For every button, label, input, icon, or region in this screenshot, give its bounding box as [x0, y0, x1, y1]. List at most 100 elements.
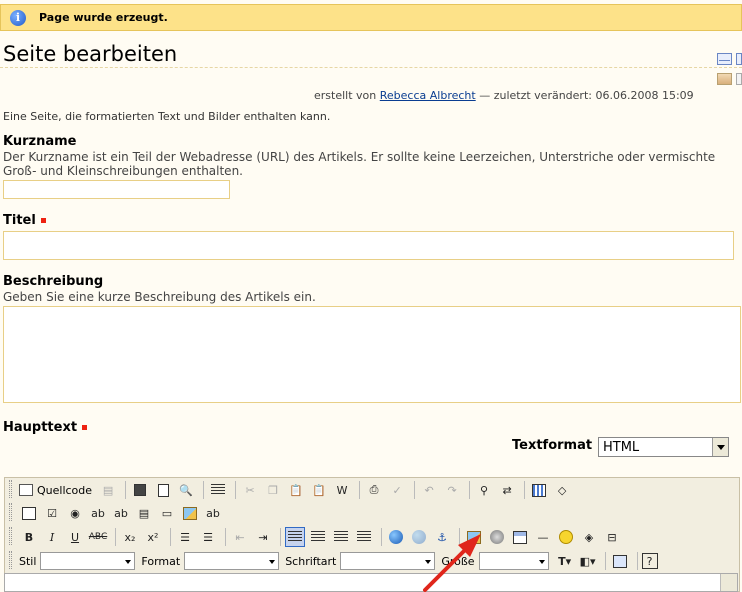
radio-icon[interactable]: ◉: [65, 503, 85, 523]
bold-button[interactable]: B: [19, 527, 39, 547]
superscript-button[interactable]: x²: [143, 527, 163, 547]
select-field-icon[interactable]: ▤: [134, 503, 154, 523]
print-icon[interactable]: ⎙: [364, 480, 384, 500]
table-icon[interactable]: [510, 527, 530, 547]
separator: [459, 528, 460, 546]
new-page-icon[interactable]: [153, 480, 173, 500]
template-icon[interactable]: ▤: [98, 480, 118, 500]
info-icon: i: [10, 9, 26, 26]
send-mail-icon[interactable]: [717, 53, 732, 65]
save-icon[interactable]: [130, 480, 150, 500]
textformat-value: HTML: [603, 440, 640, 455]
align-justify-icon[interactable]: [354, 527, 374, 547]
maximize-glyph: [612, 554, 627, 568]
paste-icon[interactable]: 📋: [286, 480, 306, 500]
kurzname-input[interactable]: [3, 180, 230, 199]
action-icon-partial-2[interactable]: [736, 73, 742, 85]
textfield-icon[interactable]: ab: [88, 503, 108, 523]
byline-suffix: — zuletzt verändert: 06.06.2008 15:09: [479, 89, 694, 102]
titel-input[interactable]: [3, 231, 734, 260]
form-icon[interactable]: [19, 503, 39, 523]
find-icon[interactable]: ⚲: [474, 480, 494, 500]
groesse-combo[interactable]: [478, 552, 549, 570]
background-color-icon[interactable]: ◧▾: [578, 551, 598, 571]
separator: [604, 552, 606, 570]
smiley-icon[interactable]: [556, 527, 576, 547]
chevron-down-icon[interactable]: [712, 438, 728, 456]
cut-icon[interactable]: ✂: [240, 480, 260, 500]
format-combo[interactable]: [184, 552, 280, 570]
paste-text-icon[interactable]: 📋: [309, 480, 329, 500]
maximize-icon[interactable]: [610, 551, 630, 571]
indent-icon[interactable]: ⇥: [253, 527, 273, 547]
stil-combo[interactable]: [40, 552, 136, 570]
outdent-icon[interactable]: ⇤: [230, 527, 250, 547]
groesse-label: Größe: [441, 554, 475, 568]
image-button-icon[interactable]: [180, 503, 200, 523]
textarea-icon[interactable]: ab: [111, 503, 131, 523]
button-field-icon[interactable]: ▭: [157, 503, 177, 523]
unordered-list-icon[interactable]: ☰: [198, 527, 218, 547]
preview-icon[interactable]: 🔍: [176, 480, 196, 500]
toolbar-grip[interactable]: [9, 480, 12, 498]
editor-scrollbar[interactable]: [720, 574, 737, 591]
anchor-icon[interactable]: ⚓: [432, 527, 452, 547]
toolbar-grip[interactable]: [9, 527, 12, 545]
quellcode-button[interactable]: Quellcode: [19, 484, 92, 497]
horizontal-rule-icon[interactable]: —: [533, 527, 553, 547]
align-right-icon[interactable]: [331, 527, 351, 547]
toolbar-row-3: B I U ABC x₂ x² ☰ ☰ ⇤ ⇥ ⚓ — ◈ ⊟: [19, 526, 625, 548]
schriftart-combo[interactable]: [340, 552, 436, 570]
help-button[interactable]: ?: [641, 553, 658, 569]
separator: [203, 481, 205, 499]
undo-icon[interactable]: ↶: [419, 480, 439, 500]
ordered-list-icon[interactable]: ☰: [175, 527, 195, 547]
align-center-icon[interactable]: [308, 527, 328, 547]
unlink-icon[interactable]: [409, 527, 429, 547]
image-icon[interactable]: [464, 527, 484, 547]
textformat-select[interactable]: HTML: [598, 437, 729, 457]
copy-icon[interactable]: ❐: [263, 480, 283, 500]
toolbar-grip[interactable]: [9, 503, 12, 521]
templates-icon[interactable]: [208, 480, 228, 500]
editor-content-area[interactable]: [4, 573, 738, 592]
checkbox-icon[interactable]: ☑: [42, 503, 62, 523]
separator: [469, 481, 471, 499]
hidden-field-icon[interactable]: ab: [203, 503, 223, 523]
separator: [381, 528, 382, 546]
spellcheck-icon[interactable]: ✓: [387, 480, 407, 500]
flash-icon[interactable]: [487, 527, 507, 547]
action-icon-partial[interactable]: [736, 53, 742, 65]
kurzname-help: Der Kurzname ist ein Teil der Webadresse…: [3, 150, 716, 178]
subscript-button[interactable]: x₂: [120, 527, 140, 547]
title-divider: [0, 67, 742, 68]
separator: [235, 481, 237, 499]
align-left-icon[interactable]: [285, 527, 305, 547]
separator: [524, 481, 526, 499]
image-glyph: [467, 530, 481, 544]
author-link[interactable]: Rebecca Albrecht: [380, 89, 476, 102]
page-break-icon[interactable]: ⊟: [602, 527, 622, 547]
smiley-glyph: [559, 530, 573, 544]
redo-icon[interactable]: ↷: [442, 480, 462, 500]
select-all-icon[interactable]: [529, 480, 549, 500]
format-label: Format: [141, 554, 181, 568]
globe-glyph: [412, 530, 426, 544]
strikethrough-button[interactable]: ABC: [88, 527, 108, 547]
replace-icon[interactable]: ⇄: [497, 480, 517, 500]
italic-button[interactable]: I: [42, 527, 62, 547]
underline-button[interactable]: U: [65, 527, 85, 547]
beschreibung-textarea[interactable]: [3, 306, 741, 403]
lines-glyph: [334, 531, 348, 543]
kurzname-label: Kurzname: [3, 134, 77, 149]
save-glyph: [134, 484, 147, 496]
special-char-icon[interactable]: ◈: [579, 527, 599, 547]
text-color-icon[interactable]: T▾: [555, 551, 575, 571]
paste-word-icon[interactable]: W: [332, 480, 352, 500]
link-icon[interactable]: [386, 527, 406, 547]
toolbar-grip[interactable]: [9, 551, 12, 569]
separator: [414, 481, 416, 499]
eraser-icon[interactable]: ◇: [552, 480, 572, 500]
separator: [359, 481, 361, 499]
print-icon[interactable]: [717, 73, 732, 85]
